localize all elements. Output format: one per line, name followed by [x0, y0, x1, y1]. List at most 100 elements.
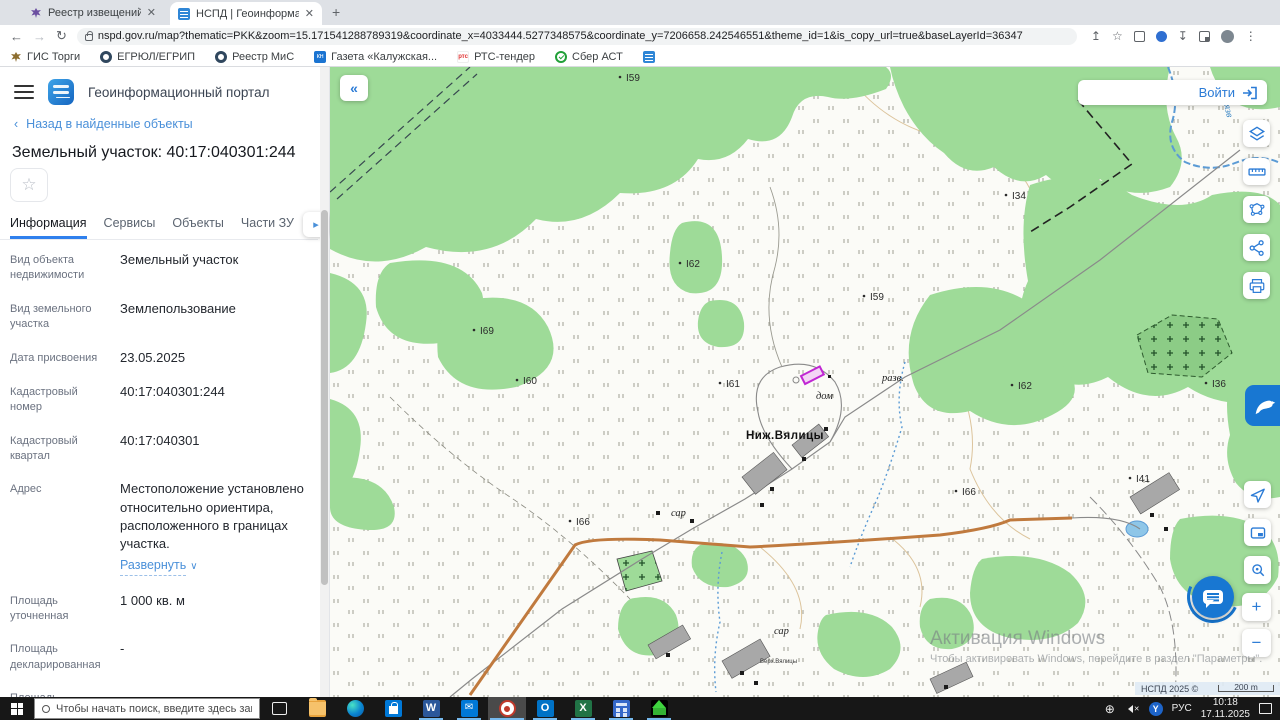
bookmark-star-icon[interactable]: ☆ — [1112, 29, 1123, 43]
language-indicator[interactable]: РУС — [1172, 703, 1192, 714]
taskbar-app-excel[interactable]: X — [564, 697, 602, 720]
height-label: І36 — [1212, 379, 1226, 390]
volume-muted-icon[interactable]: ✕ — [1124, 704, 1140, 713]
back-to-results-link[interactable]: ‹ Назад в найденные объекты — [14, 117, 193, 131]
taskbar-search[interactable]: Чтобы начать поиск, введите здесь запрос — [34, 698, 260, 719]
zoom-in-button[interactable]: + — [1242, 593, 1271, 621]
field-row: Вид объекта недвижимости Земельный участо… — [10, 243, 310, 292]
height-label: І66 — [576, 517, 590, 528]
print-icon — [1249, 278, 1264, 293]
tab-Информация[interactable]: Информация — [10, 210, 87, 239]
topo-map: І59 І62 І59 І69 І60 І61 І34 І62 І36 І41 І66 І66 Ниж.… — [330, 67, 1280, 697]
sidebar-icon[interactable] — [1198, 30, 1210, 42]
taskbar-app-word[interactable]: W — [412, 697, 450, 720]
rts-icon: ртс — [457, 50, 470, 63]
app-title: Геоинформационный портал — [88, 84, 270, 100]
back-icon[interactable]: ← — [10, 29, 23, 44]
eagle-icon — [11, 51, 21, 62]
tab-Сервисы[interactable]: Сервисы — [104, 210, 156, 239]
layers-button[interactable] — [1243, 120, 1270, 147]
tab-close-icon[interactable]: ✕ — [147, 6, 156, 19]
network-icon[interactable]: ⊕ — [1105, 702, 1115, 716]
map-canvas[interactable]: І59 І62 І59 І69 І60 І61 І34 І62 І36 І41 І66 І66 Ниж.… — [330, 67, 1280, 697]
collapse-panel-button[interactable]: « — [340, 75, 368, 101]
clock[interactable]: 10:18 17.11.2025 — [1201, 697, 1250, 720]
place-label-Ниж.Вялицы: Ниж.Вялицы — [746, 430, 824, 442]
tab-close-icon[interactable]: ✕ — [305, 7, 314, 20]
green-house-app-icon — [650, 700, 668, 717]
downloads-icon[interactable]: ↧ — [1178, 29, 1188, 43]
taskbar-app-red-circle-app[interactable] — [488, 697, 526, 720]
bookmark-label: Газета «Калужская... — [331, 50, 438, 63]
mini-panel-button[interactable] — [1244, 519, 1271, 546]
bookmark-item[interactable]: кн Газета «Калужская... — [314, 50, 438, 63]
taskbar-app-calculator[interactable] — [602, 697, 640, 720]
url-text: nspd.gov.ru/map?thematic=PKK&zoom=15.171… — [97, 30, 1023, 42]
yandex-tray-icon[interactable]: Y — [1148, 701, 1163, 716]
login-icon — [1243, 86, 1257, 99]
chat-fab[interactable] — [1179, 563, 1247, 631]
hamburger-menu-icon[interactable] — [14, 85, 34, 99]
taskbar-app-file-explorer[interactable] — [298, 697, 336, 720]
login-bar[interactable]: Войти — [1078, 80, 1267, 105]
tab-Объекты[interactable]: Объекты — [172, 210, 224, 239]
bookmark-label: ГИС Торги — [27, 50, 81, 63]
forward-icon[interactable]: → — [33, 29, 46, 44]
taskbar-app-store[interactable] — [374, 697, 412, 720]
bookmark-item[interactable]: ртс РТС-тендер — [457, 50, 535, 63]
panel-tabs: ИнформацияСервисыОбъектыЧасти ЗУСоста — [0, 210, 318, 240]
address-bar[interactable]: nspd.gov.ru/map?thematic=PKK&zoom=15.171… — [76, 27, 1077, 45]
extension-blue-icon[interactable] — [1155, 30, 1167, 42]
new-tab-button[interactable]: + — [332, 4, 340, 20]
panel-scrollbar[interactable] — [320, 67, 329, 697]
nspd-bookmark-icon[interactable] — [642, 50, 655, 63]
measure-button[interactable] — [1243, 158, 1270, 185]
bookmarks-bar: ГИС Торги ЕГРЮЛ/ЕГРИП Реестр МиС кн Газета «… — [0, 47, 1280, 67]
place-label-сар: сар — [774, 626, 789, 637]
favorite-star-button[interactable]: ☆ — [10, 168, 48, 202]
windows-activation-watermark-sub: Чтобы активировать Windows, перейдите в … — [930, 653, 1263, 665]
share-icon[interactable]: ↥ — [1091, 29, 1101, 43]
share-button[interactable] — [1243, 234, 1270, 261]
field-value: 23.05.2025 — [120, 349, 186, 365]
bookmark-item[interactable]: Сбер АСТ — [555, 50, 623, 63]
search-on-map-button[interactable] — [1244, 556, 1271, 584]
print-button[interactable] — [1243, 272, 1270, 299]
select-area-button[interactable] — [1243, 196, 1270, 223]
field-label: Вид объекта недвижимости — [10, 254, 85, 282]
excel-icon: X — [574, 700, 592, 717]
scrollbar-thumb[interactable] — [321, 210, 328, 585]
bookmark-item[interactable]: ЕГРЮЛ/ЕГРИП — [100, 50, 195, 63]
taskbar-app-task-view[interactable] — [260, 697, 298, 720]
browser-tab-2[interactable]: НСПД | Геоинформационный п ✕ — [170, 2, 322, 25]
nspd-favicon — [178, 7, 190, 20]
taskbar-app-green-house-app[interactable] — [640, 697, 678, 720]
extensions-icon[interactable] — [1133, 30, 1145, 42]
bookmark-item[interactable]: ГИС Торги — [10, 51, 80, 63]
profile-avatar[interactable] — [1220, 29, 1234, 43]
expand-link[interactable]: Развернуть — [120, 557, 187, 576]
taskbar-app-outlook[interactable]: O — [526, 697, 564, 720]
browser-tab-1[interactable]: Реестр извещений ✕ — [22, 0, 164, 25]
height-label: І59 — [870, 292, 884, 303]
menu-icon[interactable]: ⋮ — [1245, 29, 1257, 43]
bookmark-item[interactable]: Реестр МиС — [215, 50, 294, 63]
windows-activation-watermark: Активация Windows — [930, 628, 1106, 649]
side-panel: Геоинформационный портал ‹ Назад в найде… — [0, 67, 330, 705]
field-value: Местоположение установлено относительно … — [120, 480, 310, 576]
action-center-icon[interactable] — [1259, 703, 1272, 714]
taskbar-app-edge[interactable] — [336, 697, 374, 720]
height-label: І59 — [626, 73, 640, 84]
reload-icon[interactable]: ↻ — [56, 28, 67, 44]
ruler-icon — [1247, 167, 1266, 176]
field-row: Кадастровый квартал 40:17:040301 — [10, 424, 310, 473]
assistant-bird-button[interactable] — [1245, 385, 1280, 426]
field-list: Вид объекта недвижимости Земельный участо… — [10, 243, 310, 720]
locate-me-button[interactable] — [1244, 481, 1271, 508]
polygon-select-icon — [1249, 202, 1264, 216]
chevron-down-icon: ∨ — [190, 561, 198, 573]
taskbar-app-mail[interactable]: ✉ — [450, 697, 488, 720]
tab-Части ЗУ[interactable]: Части ЗУ — [241, 210, 294, 239]
search-icon — [42, 704, 50, 713]
start-button[interactable] — [0, 697, 34, 720]
